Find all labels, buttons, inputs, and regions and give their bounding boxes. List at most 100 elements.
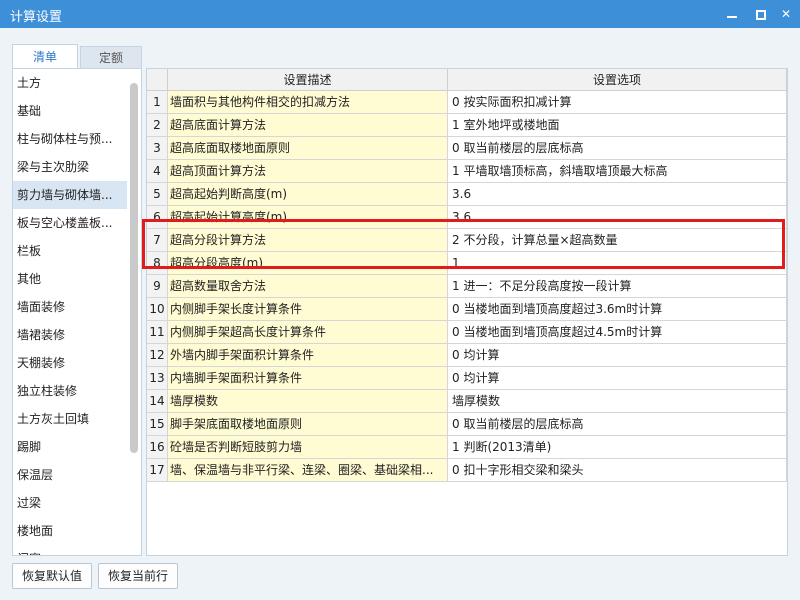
setting-desc: 墙、保温墙与非平行梁、连梁、圈梁、基础梁相...	[168, 459, 448, 482]
setting-option[interactable]: 0 取当前楼层的层底标高	[448, 137, 787, 160]
setting-desc: 超高分段高度(m)	[168, 252, 448, 275]
reset-current-row-button[interactable]: 恢复当前行	[98, 563, 178, 589]
table-row[interactable]: 3 超高底面取楼地面原则 0 取当前楼层的层底标高	[147, 137, 787, 160]
header-index	[147, 69, 168, 91]
close-button[interactable]: ✕	[776, 4, 796, 24]
category-item[interactable]: 其他	[13, 265, 127, 293]
category-item[interactable]: 天棚装修	[13, 349, 127, 377]
row-number: 5	[147, 183, 168, 206]
row-number: 9	[147, 275, 168, 298]
table-row[interactable]: 17 墙、保温墙与非平行梁、连梁、圈梁、基础梁相... 0 扣十字形相交梁和梁头	[147, 459, 787, 482]
reset-default-button[interactable]: 恢复默认值	[12, 563, 92, 589]
setting-desc: 超高分段计算方法	[168, 229, 448, 252]
maximize-button[interactable]	[750, 4, 770, 24]
setting-desc: 内侧脚手架长度计算条件	[168, 298, 448, 321]
setting-option[interactable]: 0 按实际面积扣减计算	[448, 91, 787, 114]
table-row[interactable]: 10 内侧脚手架长度计算条件 0 当楼地面到墙顶高度超过3.6m时计算	[147, 298, 787, 321]
row-number: 10	[147, 298, 168, 321]
category-scrollbar[interactable]	[130, 83, 138, 453]
setting-desc: 超高底面取楼地面原则	[168, 137, 448, 160]
category-item[interactable]: 板与空心楼盖板...	[13, 209, 127, 237]
tab-qingdan[interactable]: 清单	[12, 44, 78, 70]
setting-option[interactable]: 2 不分段，计算总量×超高数量	[448, 229, 787, 252]
setting-option[interactable]: 1 判断(2013清单)	[448, 436, 787, 459]
row-number: 11	[147, 321, 168, 344]
setting-option[interactable]: 0 取当前楼层的层底标高	[448, 413, 787, 436]
table-row[interactable]: 15 脚手架底面取楼地面原则 0 取当前楼层的层底标高	[147, 413, 787, 436]
row-number: 4	[147, 160, 168, 183]
table-row[interactable]: 1 墙面积与其他构件相交的扣减方法 0 按实际面积扣减计算	[147, 91, 787, 114]
setting-desc: 内墙脚手架面积计算条件	[168, 367, 448, 390]
table-row[interactable]: 14 墙厚模数 墙厚模数	[147, 390, 787, 413]
minimize-button[interactable]	[722, 4, 742, 24]
tab-dinge[interactable]: 定额	[80, 46, 142, 69]
setting-desc: 超高顶面计算方法	[168, 160, 448, 183]
row-number: 14	[147, 390, 168, 413]
row-number: 15	[147, 413, 168, 436]
row-number: 13	[147, 367, 168, 390]
setting-desc: 内侧脚手架超高长度计算条件	[168, 321, 448, 344]
category-item[interactable]: 基础	[13, 97, 127, 125]
minimize-icon	[727, 16, 737, 18]
setting-desc: 外墙内脚手架面积计算条件	[168, 344, 448, 367]
table-row[interactable]: 12 外墙内脚手架面积计算条件 0 均计算	[147, 344, 787, 367]
setting-desc: 超高底面计算方法	[168, 114, 448, 137]
category-item[interactable]: 栏板	[13, 237, 127, 265]
category-item[interactable]: 保温层	[13, 461, 127, 489]
row-number: 8	[147, 252, 168, 275]
setting-option[interactable]: 1	[448, 252, 787, 275]
window-title: 计算设置	[10, 10, 63, 25]
table-row[interactable]: 6 超高起始计算高度(m) 3.6	[147, 206, 787, 229]
category-item[interactable]: 墙面装修	[13, 293, 127, 321]
setting-desc: 超高起始判断高度(m)	[168, 183, 448, 206]
setting-option[interactable]: 0 均计算	[448, 344, 787, 367]
row-number: 17	[147, 459, 168, 482]
table-row[interactable]: 7 超高分段计算方法 2 不分段，计算总量×超高数量	[147, 229, 787, 252]
category-item[interactable]: 土方	[13, 69, 127, 97]
setting-desc: 超高数量取舍方法	[168, 275, 448, 298]
table-row[interactable]: 5 超高起始判断高度(m) 3.6	[147, 183, 787, 206]
category-item[interactable]: 门窗	[13, 545, 127, 555]
table-row[interactable]: 11 内侧脚手架超高长度计算条件 0 当楼地面到墙顶高度超过4.5m时计算	[147, 321, 787, 344]
row-number: 16	[147, 436, 168, 459]
setting-option[interactable]: 0 均计算	[448, 367, 787, 390]
category-list: 土方 基础 柱与砌体柱与预... 梁与主次肋梁 剪力墙与砌体墙... 板与空心楼盖板...…	[12, 68, 142, 556]
setting-desc: 超高起始计算高度(m)	[168, 206, 448, 229]
setting-option[interactable]: 0 当楼地面到墙顶高度超过3.6m时计算	[448, 298, 787, 321]
maximize-icon	[756, 10, 766, 20]
row-number: 3	[147, 137, 168, 160]
row-number: 1	[147, 91, 168, 114]
category-item[interactable]: 土方灰土回填	[13, 405, 127, 433]
setting-desc: 墙面积与其他构件相交的扣减方法	[168, 91, 448, 114]
table-row[interactable]: 4 超高顶面计算方法 1 平墙取墙顶标高，斜墙取墙顶最大标高	[147, 160, 787, 183]
settings-table: 设置描述 设置选项 1 墙面积与其他构件相交的扣减方法 0 按实际面积扣减计算 2 超高…	[146, 68, 788, 556]
header-option: 设置选项	[448, 69, 787, 91]
setting-option[interactable]: 1 室外地坪或楼地面	[448, 114, 787, 137]
setting-desc: 砼墙是否判断短肢剪力墙	[168, 436, 448, 459]
category-item[interactable]: 楼地面	[13, 517, 127, 545]
category-item[interactable]: 踢脚	[13, 433, 127, 461]
setting-option[interactable]: 3.6	[448, 183, 787, 206]
table-row[interactable]: 16 砼墙是否判断短肢剪力墙 1 判断(2013清单)	[147, 436, 787, 459]
category-item[interactable]: 墙裙装修	[13, 321, 127, 349]
header-desc: 设置描述	[168, 69, 448, 91]
setting-option[interactable]: 墙厚模数	[448, 390, 787, 413]
table-row[interactable]: 13 内墙脚手架面积计算条件 0 均计算	[147, 367, 787, 390]
category-item[interactable]: 独立柱装修	[13, 377, 127, 405]
row-number: 12	[147, 344, 168, 367]
setting-option[interactable]: 0 当楼地面到墙顶高度超过4.5m时计算	[448, 321, 787, 344]
setting-option[interactable]: 3.6	[448, 206, 787, 229]
table-row[interactable]: 8 超高分段高度(m) 1	[147, 252, 787, 275]
category-item[interactable]: 柱与砌体柱与预...	[13, 125, 127, 153]
table-row[interactable]: 9 超高数量取舍方法 1 进一：不足分段高度按一段计算	[147, 275, 787, 298]
category-item[interactable]: 剪力墙与砌体墙...	[13, 181, 127, 209]
setting-option[interactable]: 1 进一：不足分段高度按一段计算	[448, 275, 787, 298]
category-item[interactable]: 梁与主次肋梁	[13, 153, 127, 181]
title-bar: 计算设置 ✕	[0, 0, 800, 28]
setting-option[interactable]: 0 扣十字形相交梁和梁头	[448, 459, 787, 482]
row-number: 6	[147, 206, 168, 229]
setting-desc: 脚手架底面取楼地面原则	[168, 413, 448, 436]
table-row[interactable]: 2 超高底面计算方法 1 室外地坪或楼地面	[147, 114, 787, 137]
category-item[interactable]: 过梁	[13, 489, 127, 517]
setting-option[interactable]: 1 平墙取墙顶标高，斜墙取墙顶最大标高	[448, 160, 787, 183]
